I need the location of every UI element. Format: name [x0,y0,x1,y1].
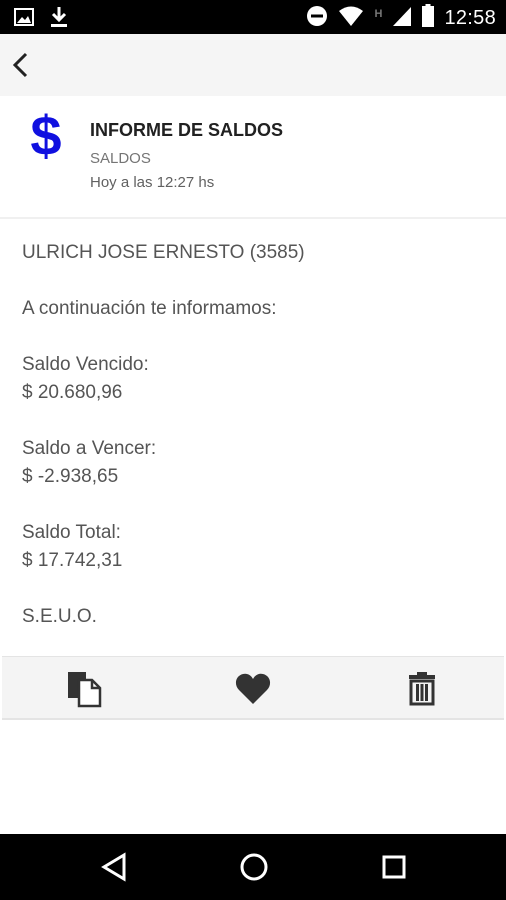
saldo-total-value: $ 17.742,31 [22,550,123,571]
download-icon [50,6,68,32]
saldo-vencido-value: $ 20.680,96 [22,382,123,403]
status-bar: H 12:58 [0,0,506,34]
clock: 12:58 [444,6,496,29]
message-header: $ [0,96,506,219]
delete-button[interactable] [402,669,442,709]
nav-recents-button[interactable] [376,849,412,885]
wifi-icon [338,5,364,31]
toolbar [0,34,506,97]
battery-icon [422,4,435,32]
home-circle-icon [240,853,268,881]
copy-button[interactable] [64,669,104,709]
recents-square-icon [382,855,406,879]
favorite-button[interactable] [233,669,273,709]
copy-icon [68,672,102,708]
saldo-a-vencer-label: Saldo a Vencer: [22,438,157,459]
nav-back-button[interactable] [96,849,132,885]
saldo-vencido-label: Saldo Vencido: [22,354,149,375]
intro-text: A continuación te informamos: [22,298,277,319]
footer-text: S.E.U.O. [22,606,97,627]
nav-home-button[interactable] [236,849,272,885]
action-bar [2,656,504,720]
back-triangle-icon [101,852,126,882]
back-button[interactable] [6,48,36,82]
system-icons: H 12:58 [306,4,496,32]
saldo-a-vencer-value: $ -2.938,65 [22,466,119,487]
client-name: ULRICH JOSE ERNESTO (3585) [22,242,305,263]
signal-icon [392,5,412,31]
network-type: H [374,8,383,20]
saldo-total-label: Saldo Total: [22,522,121,543]
message-category: SALDOS [90,150,151,167]
message-title: INFORME DE SALDOS [90,120,284,140]
image-icon [14,8,34,30]
notification-icons [14,6,68,32]
chevron-left-icon [12,52,28,78]
heart-icon [235,673,271,704]
dollar-icon: $ [30,104,62,167]
do-not-disturb-icon [306,5,328,31]
navigation-bar [0,834,506,900]
message-time: Hoy a las 12:27 hs [90,174,215,191]
trash-icon [409,672,435,706]
